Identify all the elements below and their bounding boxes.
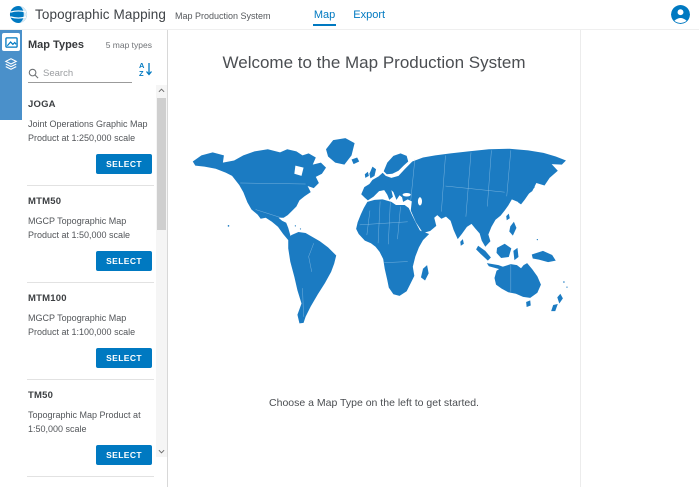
instruction-text: Choose a Map Type on the left to get sta… xyxy=(168,397,580,409)
layers-icon xyxy=(4,57,18,71)
app-title: Topographic Mapping xyxy=(35,7,166,22)
map-type-item-tm50: TM50 Topographic Map Product at 1:50,000… xyxy=(27,379,154,476)
panel-title: Map Types xyxy=(28,39,84,51)
sidebar-scrollbar[interactable] xyxy=(156,85,167,457)
map-type-description: MGCP Topographic Map Product at 1:50,000… xyxy=(28,215,152,242)
map-type-list: JOGA Joint Operations Graphic Map Produc… xyxy=(27,89,154,487)
nav-tab-export[interactable]: Export xyxy=(352,5,386,26)
map-types-panel: Map Types 5 map types A Z xyxy=(22,30,168,487)
map-panel-icon xyxy=(5,36,18,49)
sort-az-icon: A Z xyxy=(138,61,153,77)
map-type-name: MTM100 xyxy=(28,293,152,304)
app-header: Topographic Mapping Map Production Syste… xyxy=(0,0,699,30)
sort-az-button[interactable]: A Z xyxy=(138,61,153,83)
select-button-joga[interactable]: SELECT xyxy=(96,154,152,174)
map-type-count: 5 map types xyxy=(106,40,152,50)
app-subtitle: Map Production System xyxy=(175,8,271,21)
search-input[interactable] xyxy=(43,68,113,79)
map-type-name: JOGA xyxy=(28,99,152,110)
action-bar xyxy=(0,30,22,487)
select-button-mtm50[interactable]: SELECT xyxy=(96,251,152,271)
world-map xyxy=(180,135,568,329)
app-shell: Map Types 5 map types A Z xyxy=(0,30,699,487)
map-type-name: MTM50 xyxy=(28,196,152,207)
map-type-item-tm100: TM100 xyxy=(27,476,154,487)
map-type-description: MGCP Topographic Map Product at 1:100,00… xyxy=(28,312,152,339)
welcome-panel: Welcome to the Map Production System xyxy=(168,30,581,487)
user-account-icon[interactable] xyxy=(671,5,690,24)
welcome-title: Welcome to the Map Production System xyxy=(168,53,580,73)
scroll-up-icon[interactable] xyxy=(156,85,167,96)
map-type-name: TM50 xyxy=(28,390,152,401)
map-type-description: Joint Operations Graphic Map Product at … xyxy=(28,118,152,145)
scroll-down-icon[interactable] xyxy=(156,446,167,457)
map-types-action[interactable] xyxy=(2,33,20,51)
scrollbar-thumb[interactable] xyxy=(157,98,166,230)
map-type-description: Topographic Map Product at 1:50,000 scal… xyxy=(28,409,152,436)
map-type-item-mtm50: MTM50 MGCP Topographic Map Product at 1:… xyxy=(27,185,154,282)
globe-logo-icon xyxy=(9,5,28,24)
select-button-mtm100[interactable]: SELECT xyxy=(96,348,152,368)
empty-right-area xyxy=(581,30,699,487)
svg-text:Z: Z xyxy=(139,69,144,77)
select-button-tm50[interactable]: SELECT xyxy=(96,445,152,465)
nav-tab-map[interactable]: Map xyxy=(313,5,336,26)
search-box xyxy=(28,68,132,83)
layers-action[interactable] xyxy=(2,55,20,73)
search-icon xyxy=(28,68,39,79)
map-type-item-mtm100: MTM100 MGCP Topographic Map Product at 1… xyxy=(27,282,154,379)
map-type-item-joga: JOGA Joint Operations Graphic Map Produc… xyxy=(27,89,154,185)
